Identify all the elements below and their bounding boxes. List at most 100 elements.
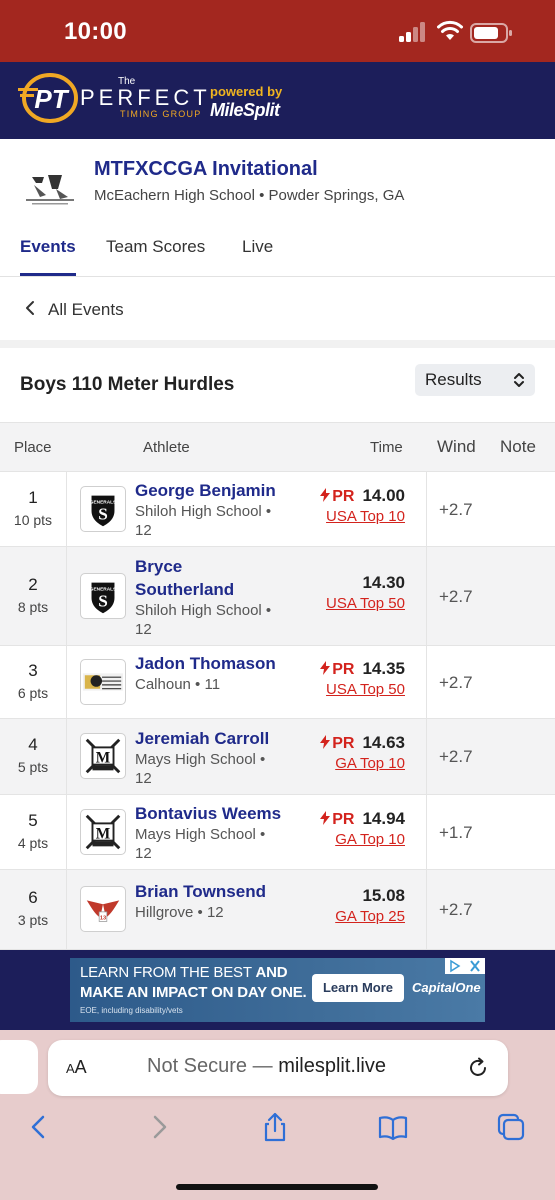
tab-bar: Events Team Scores Live [0,227,555,277]
place-number: 2 [28,575,38,594]
place-points: 10 pts [13,512,53,528]
place-cell: 3 6 pts [0,661,66,701]
previous-tab-preview[interactable] [0,1040,38,1094]
tab-team-scores[interactable]: Team Scores [106,237,205,257]
wind-value: +2.7 [439,673,473,692]
athlete-school: Mays High School • 12 [135,826,266,862]
athlete-name-link[interactable]: Bontavius Weems [135,802,285,825]
place-cell: 2 8 pts [0,575,66,615]
column-divider [66,795,67,869]
athlete-name-link[interactable]: Jeremiah Carroll [135,727,285,750]
meet-logo [22,169,78,209]
milesplit-logo[interactable]: MileSplit [210,100,280,121]
capital-one-logo: CapitalOne [412,980,481,995]
column-divider [66,646,67,718]
table-row[interactable]: 4 5 pts M Jeremiah Carroll Mays High School … [0,719,555,795]
capital-one-ad[interactable]: LEARN FROM THE BEST AND MAKE AN IMPACT O… [70,958,485,1022]
meet-location: McEachern High School • Powder Springs, … [94,187,405,204]
ranking-link[interactable]: GA Top 10 [320,831,405,848]
section-divider [0,340,555,348]
wind-value: +2.7 [439,747,473,766]
wind-value: +2.7 [439,900,473,919]
svg-text:M: M [96,750,110,767]
place-cell: 5 4 pts [0,811,66,851]
cellular-signal-icon [399,22,427,42]
address-bar[interactable]: AAAA Not Secure — milesplit.live [48,1040,508,1096]
status-bar: 10:00 [0,0,555,62]
perfect-timing-logo[interactable]: PT [18,72,78,124]
lightning-icon [320,661,331,675]
pr-label: PR [332,488,355,505]
athlete-cell: Bryce Southerland Shiloh High School • 12 [135,555,285,639]
ranking-link[interactable]: GA Top 25 [335,908,405,925]
result-time: 15.08 [362,886,405,905]
battery-icon [470,23,512,43]
svg-text:S: S [98,592,108,611]
table-row[interactable]: 6 3 pts 13 Brian Townsend Hillgrove • 12 15.0… [0,870,555,950]
athlete-school: Shiloh High School • 12 [135,503,272,539]
learn-more-button[interactable]: Learn More [312,974,404,1002]
column-divider [66,719,67,794]
column-divider [66,547,67,645]
reader-options-button[interactable]: AAAA [66,1057,87,1078]
tab-events[interactable]: Events [20,237,76,257]
table-header: Place Athlete Time Wind Note [0,422,555,472]
ad-choices-icon[interactable] [445,958,485,974]
reload-icon[interactable] [466,1056,490,1080]
table-row[interactable]: 3 6 pts Jadon Thomason Calhoun • 11 PR 14.35 U… [0,646,555,719]
time-cell: 14.30 USA Top 50 [326,573,405,612]
column-divider [426,547,427,645]
pr-label: PR [332,811,355,828]
result-time: 14.63 [362,733,405,752]
table-row[interactable]: 1 10 pts GENERALS S George Benjamin Shiloh Hi… [0,472,555,547]
team-logo-calhoun[interactable] [80,659,126,705]
team-logo-hillgrove[interactable]: 13 [80,886,126,932]
back-arrow-icon[interactable] [24,1112,54,1142]
tabs-icon[interactable] [496,1112,526,1142]
wind-value: +2.7 [439,587,473,606]
pr-badge: PR [320,735,354,752]
ranking-link[interactable]: GA Top 10 [320,755,405,772]
athlete-name-link[interactable]: George Benjamin [135,479,285,502]
pr-badge: PR [320,488,354,505]
place-number: 3 [28,661,38,680]
athlete-name-link[interactable]: Bryce Southerland [135,555,285,601]
forward-arrow-icon[interactable] [144,1112,174,1142]
athlete-name-link[interactable]: Jadon Thomason [135,652,285,675]
athlete-school: Calhoun • 11 [135,676,221,693]
place-points: 3 pts [17,912,49,928]
column-divider [66,870,67,949]
tab-live[interactable]: Live [242,237,273,257]
table-row[interactable]: 5 4 pts M Bontavius Weems Mays High School •… [0,795,555,870]
pr-badge: PR [320,811,354,828]
result-time: 14.94 [362,809,405,828]
bookmarks-icon[interactable] [378,1112,408,1142]
athlete-cell: Jadon Thomason Calhoun • 11 [135,652,285,694]
team-logo-shiloh[interactable]: GENERALS S [80,486,126,532]
athlete-name-link[interactable]: Brian Townsend [135,880,285,903]
team-logo-shiloh[interactable]: GENERALS S [80,573,126,619]
meet-header: MTFXCCGA Invitational McEachern High Sch… [0,139,555,227]
url-text: Not Secure — milesplit.live [147,1055,386,1077]
share-icon[interactable] [260,1112,290,1142]
all-events-link[interactable]: All Events [0,278,555,340]
lightning-icon [320,488,331,502]
wind-value: +1.7 [439,823,473,842]
team-logo-mays[interactable]: M [80,733,126,779]
table-row[interactable]: 2 8 pts GENERALS S Bryce Southerland Shiloh H… [0,547,555,646]
brand-header: PT The PERFECT TIMING GROUP powered by M… [0,62,555,139]
results-select[interactable]: Results [415,364,535,396]
result-time: 14.35 [362,659,405,678]
place-points: 4 pts [17,835,49,851]
meet-title[interactable]: MTFXCCGA Invitational [94,158,318,181]
powered-by-label: powered by [210,84,283,99]
results-table: Place Athlete Time Wind Note [0,422,555,472]
chevron-left-icon [26,301,34,315]
result-time: 14.00 [362,486,405,505]
team-logo-mays[interactable]: M [80,809,126,855]
ranking-link[interactable]: USA Top 10 [320,508,405,525]
ranking-link[interactable]: USA Top 50 [326,595,405,612]
ranking-link[interactable]: USA Top 50 [320,681,405,698]
wifi-icon [437,20,463,40]
time-cell: PR 14.94 GA Top 10 [320,809,405,848]
